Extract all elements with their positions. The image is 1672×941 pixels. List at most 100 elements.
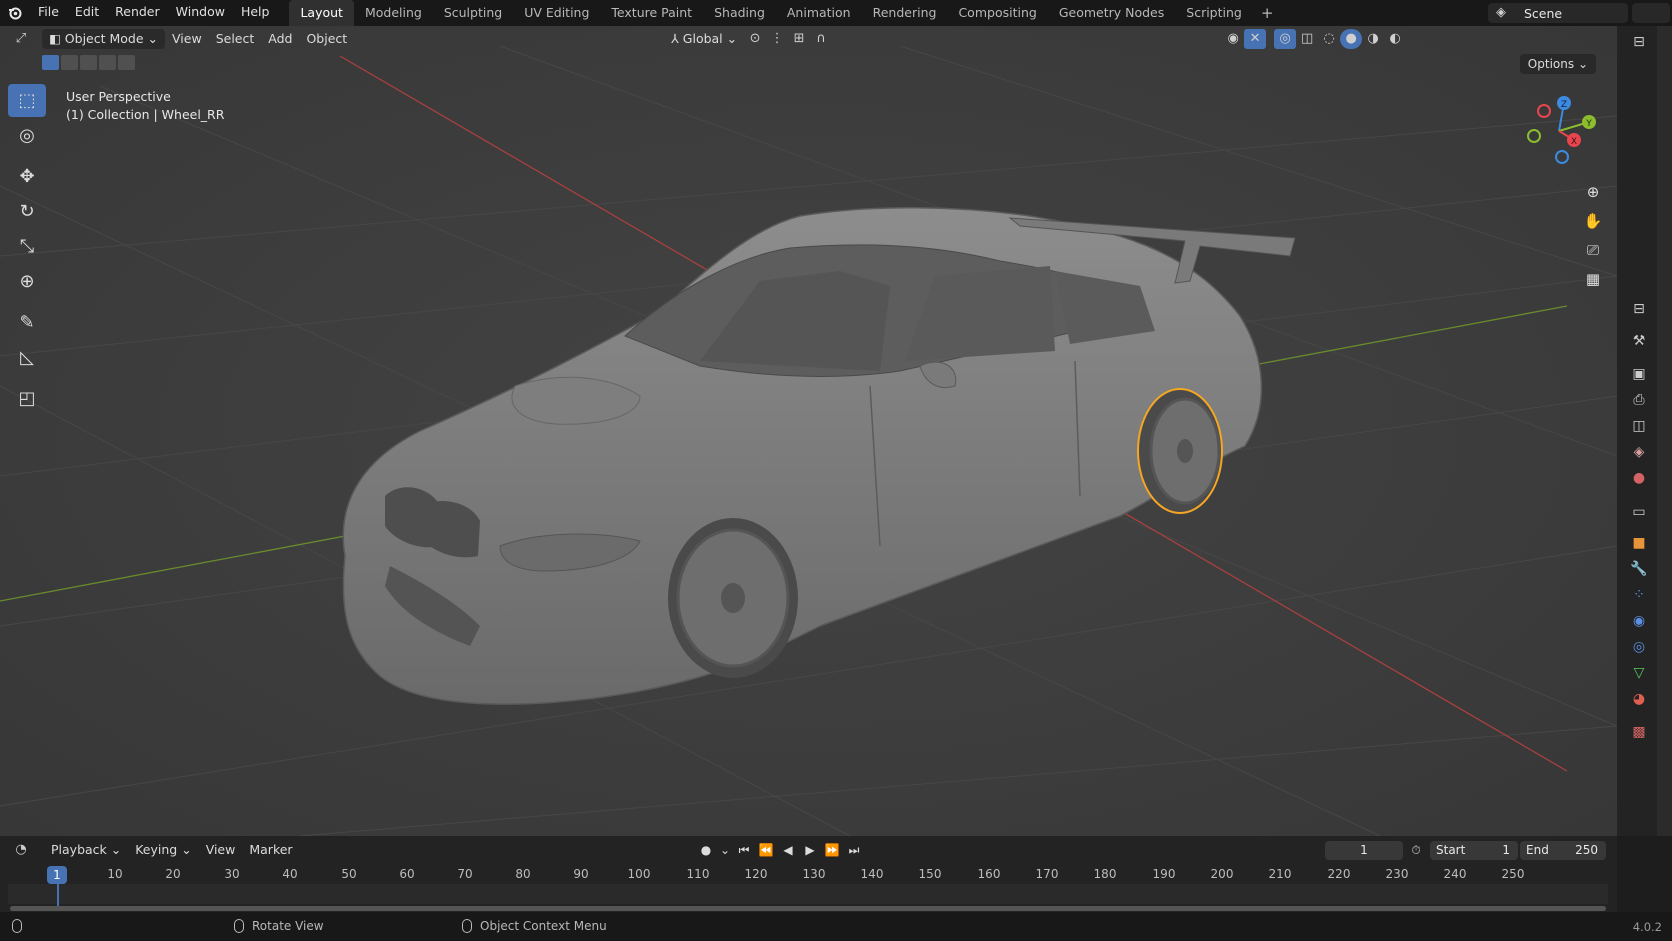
view-layer-button[interactable] bbox=[1632, 3, 1670, 23]
select-subtract-icon[interactable] bbox=[80, 55, 97, 70]
timeline-editor-type-icon[interactable]: ◔ bbox=[10, 840, 32, 860]
scale-tool-icon[interactable]: ⤡ bbox=[8, 230, 46, 263]
record-icon[interactable]: ● bbox=[696, 840, 716, 860]
data-properties-icon[interactable]: ▽ bbox=[1627, 661, 1651, 685]
add-workspace-button[interactable]: + bbox=[1253, 0, 1282, 26]
ruler-tick: 140 bbox=[860, 867, 884, 881]
object-properties-icon[interactable]: ■ bbox=[1627, 531, 1651, 555]
frame-ruler[interactable]: 10 20 30 40 50 60 70 80 90 100 110 120 1… bbox=[8, 866, 1608, 884]
keying-menu[interactable]: Keying ⌄ bbox=[128, 840, 198, 860]
tab-animation[interactable]: Animation bbox=[776, 0, 862, 26]
menu-window[interactable]: Window bbox=[168, 0, 233, 26]
select-intersect-icon[interactable] bbox=[118, 55, 135, 70]
physics-icon[interactable]: ◉ bbox=[1627, 609, 1651, 633]
navigation-gizmo[interactable]: Z Y X bbox=[1517, 89, 1601, 173]
rendered-shading-icon[interactable]: ◐ bbox=[1384, 29, 1406, 49]
menu-select[interactable]: Select bbox=[209, 29, 262, 49]
cursor-tool-icon[interactable]: ◎ bbox=[8, 119, 46, 152]
zoom-icon[interactable]: ⊕ bbox=[1580, 179, 1606, 205]
gizmo-toggle-icon[interactable]: ✕ bbox=[1244, 29, 1267, 49]
tab-shading[interactable]: Shading bbox=[703, 0, 776, 26]
texture-properties-icon[interactable]: ▩ bbox=[1627, 720, 1651, 744]
timeline-track-area[interactable] bbox=[8, 884, 1608, 904]
scene-properties-icon[interactable]: ◈ bbox=[1627, 440, 1651, 464]
world-properties-icon[interactable]: ● bbox=[1627, 466, 1651, 490]
pan-hand-icon[interactable]: ✋ bbox=[1580, 208, 1606, 234]
snap-icon[interactable]: ⋮ bbox=[766, 29, 788, 49]
jump-start-icon[interactable]: ⏮ bbox=[734, 840, 754, 860]
ruler-tick: 190 bbox=[1152, 867, 1176, 881]
editor-type-icon[interactable]: ⤢ bbox=[10, 29, 32, 49]
measure-tool-icon[interactable]: ◺ bbox=[8, 341, 46, 374]
tab-texture-paint[interactable]: Texture Paint bbox=[600, 0, 703, 26]
visibility-icon[interactable]: ◉ bbox=[1222, 29, 1244, 49]
tool-settings-icon[interactable]: ⚒ bbox=[1627, 329, 1651, 353]
tab-modeling[interactable]: Modeling bbox=[354, 0, 433, 26]
playhead[interactable]: 1 bbox=[47, 866, 67, 884]
timeline-scrollbar[interactable] bbox=[10, 906, 1606, 911]
view-layer-icon[interactable]: ◫ bbox=[1627, 414, 1651, 438]
pivot-point-icon[interactable]: ⊙ bbox=[744, 29, 766, 49]
jump-keyframe-forward-icon[interactable]: ⏩ bbox=[822, 840, 842, 860]
constraints-icon[interactable]: ◎ bbox=[1627, 635, 1651, 659]
output-properties-icon[interactable]: ⎙ bbox=[1627, 388, 1651, 412]
stopwatch-icon[interactable]: ⏱ bbox=[1405, 840, 1427, 860]
modifier-properties-icon[interactable]: 🔧 bbox=[1627, 557, 1651, 581]
move-tool-icon[interactable]: ✥ bbox=[8, 160, 46, 193]
playback-menu[interactable]: Playback ⌄ bbox=[44, 840, 128, 860]
start-frame-field[interactable]: Start 1 bbox=[1430, 841, 1518, 860]
perspective-toggle-icon[interactable]: ▦ bbox=[1580, 266, 1606, 292]
jump-end-icon[interactable]: ⏭ bbox=[844, 840, 864, 860]
tab-uv-editing[interactable]: UV Editing bbox=[513, 0, 600, 26]
select-box-tool-icon[interactable]: ⬚ bbox=[8, 84, 46, 117]
scene-selector[interactable]: ◈ Scene bbox=[1488, 3, 1628, 23]
menu-object[interactable]: Object bbox=[299, 29, 354, 49]
wireframe-shading-icon[interactable]: ◌ bbox=[1318, 29, 1340, 49]
mode-dropdown[interactable]: ◧ Object Mode ⌄ bbox=[42, 29, 166, 49]
jump-keyframe-back-icon[interactable]: ⏪ bbox=[756, 840, 776, 860]
editor-type-icon[interactable]: ⊟ bbox=[1627, 30, 1651, 54]
select-invert-icon[interactable] bbox=[99, 55, 116, 70]
tab-layout[interactable]: Layout bbox=[289, 0, 354, 26]
menu-add[interactable]: Add bbox=[261, 29, 299, 49]
overlay-toggle-icon[interactable]: ◎ bbox=[1274, 29, 1297, 49]
menu-render[interactable]: Render bbox=[107, 0, 168, 26]
menu-file[interactable]: File bbox=[30, 0, 67, 26]
properties-editor-icon[interactable]: ⊟ bbox=[1627, 297, 1651, 321]
tab-compositing[interactable]: Compositing bbox=[947, 0, 1047, 26]
play-reverse-icon[interactable]: ◀ bbox=[778, 840, 798, 860]
tab-geometry-nodes[interactable]: Geometry Nodes bbox=[1048, 0, 1175, 26]
chevron-down-icon[interactable]: ⌄ bbox=[718, 840, 732, 860]
blender-logo-icon[interactable] bbox=[0, 0, 30, 26]
timeline-view-menu[interactable]: View bbox=[199, 840, 243, 860]
play-icon[interactable]: ▶ bbox=[800, 840, 820, 860]
render-properties-icon[interactable]: ▣ bbox=[1627, 362, 1651, 386]
proportional-edit-icon[interactable]: ∩ bbox=[810, 29, 832, 49]
tab-sculpting[interactable]: Sculpting bbox=[433, 0, 513, 26]
3d-viewport[interactable]: ⤢ ◧ Object Mode ⌄ View Select Add Object… bbox=[0, 26, 1617, 836]
material-properties-icon[interactable]: ◕ bbox=[1627, 687, 1651, 711]
rotate-tool-icon[interactable]: ↻ bbox=[8, 195, 46, 228]
select-extend-icon[interactable] bbox=[61, 55, 78, 70]
menu-help[interactable]: Help bbox=[233, 0, 278, 26]
tab-rendering[interactable]: Rendering bbox=[862, 0, 948, 26]
select-new-icon[interactable] bbox=[42, 55, 59, 70]
transform-orientation-dropdown[interactable]: ⅄ Global ⌄ bbox=[664, 29, 744, 49]
current-frame-field[interactable]: 1 bbox=[1325, 841, 1403, 860]
tab-scripting[interactable]: Scripting bbox=[1175, 0, 1253, 26]
transform-tool-icon[interactable]: ⊕ bbox=[8, 265, 46, 298]
annotate-tool-icon[interactable]: ✎ bbox=[8, 306, 46, 339]
add-cube-tool-icon[interactable]: ◰ bbox=[8, 382, 46, 415]
options-dropdown[interactable]: Options ⌄ bbox=[1519, 54, 1596, 74]
menu-edit[interactable]: Edit bbox=[67, 0, 107, 26]
solid-shading-icon[interactable]: ● bbox=[1340, 29, 1363, 49]
particles-icon[interactable]: ⁘ bbox=[1627, 583, 1651, 607]
menu-view[interactable]: View bbox=[165, 29, 209, 49]
camera-view-icon[interactable]: ⎚ bbox=[1580, 237, 1606, 263]
material-shading-icon[interactable]: ◑ bbox=[1362, 29, 1384, 49]
xray-icon[interactable]: ◫ bbox=[1296, 29, 1318, 49]
marker-menu[interactable]: Marker bbox=[242, 840, 299, 860]
end-frame-field[interactable]: End 250 bbox=[1520, 841, 1606, 860]
snap-target-icon[interactable]: ⊞ bbox=[788, 29, 810, 49]
collection-properties-icon[interactable]: ▭ bbox=[1627, 500, 1651, 524]
